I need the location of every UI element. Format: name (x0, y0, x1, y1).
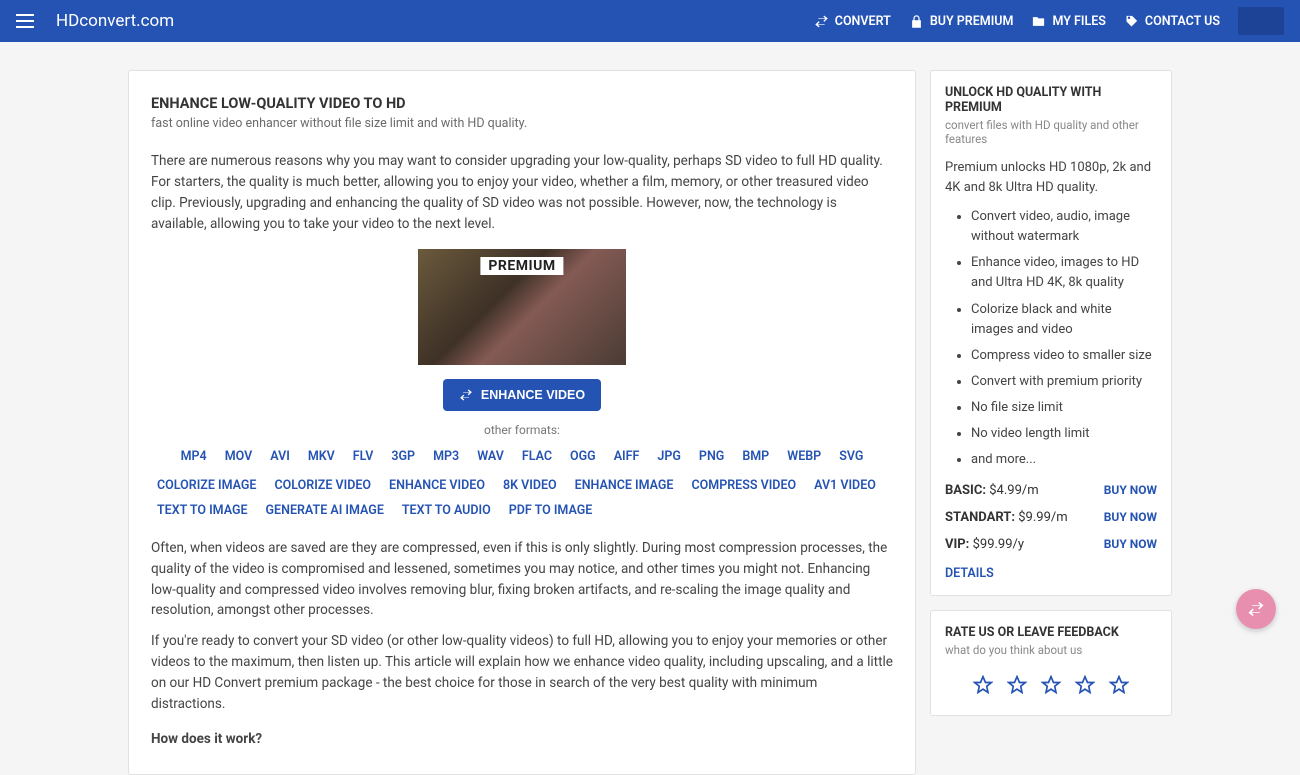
format-link[interactable]: FLV (353, 449, 374, 464)
format-link[interactable]: OGG (570, 449, 596, 464)
tool-link[interactable]: ENHANCE IMAGE (575, 478, 674, 493)
premium-feature: Convert with premium priority (971, 372, 1157, 392)
format-link[interactable]: PNG (699, 449, 724, 464)
nav-contact-label: CONTACT US (1145, 14, 1220, 29)
price-label: VIP: $99.99/y (945, 537, 1024, 552)
paragraph-3: If you're ready to convert your SD video… (151, 631, 893, 715)
format-link[interactable]: WEBP (787, 449, 821, 464)
tool-link[interactable]: ENHANCE VIDEO (389, 478, 485, 493)
star-icon[interactable] (973, 675, 993, 695)
premium-feature: No video length limit (971, 424, 1157, 444)
tool-link[interactable]: 8K VIDEO (503, 478, 557, 493)
tool-link[interactable]: COLORIZE IMAGE (157, 478, 256, 493)
swap-icon (814, 14, 829, 29)
price-label: BASIC: $4.99/m (945, 483, 1039, 498)
tool-link[interactable]: COLORIZE VIDEO (274, 478, 371, 493)
details-link[interactable]: DETAILS (945, 566, 994, 581)
format-link[interactable]: MP3 (433, 449, 459, 464)
enhance-video-button[interactable]: ENHANCE VIDEO (443, 379, 601, 411)
floating-action-button[interactable] (1236, 589, 1276, 629)
star-icon[interactable] (1109, 675, 1129, 695)
star-icon[interactable] (1007, 675, 1027, 695)
format-link[interactable]: AIFF (614, 449, 640, 464)
menu-button[interactable] (16, 9, 40, 33)
price-row: VIP: $99.99/y BUY NOW (945, 537, 1157, 552)
star-icon[interactable] (1075, 675, 1095, 695)
other-formats-label: other formats: (151, 423, 893, 437)
star-icon[interactable] (1041, 675, 1061, 695)
nav-buy-premium-label: BUY PREMIUM (930, 14, 1014, 29)
swap-icon (459, 388, 473, 402)
premium-feature: Colorize black and white images and vide… (971, 300, 1157, 340)
tag-icon (1124, 14, 1139, 29)
main-content-card: ENHANCE LOW-QUALITY VIDEO TO HD fast onl… (128, 70, 916, 775)
format-link[interactable]: SVG (839, 449, 863, 464)
nav-convert-label: CONVERT (835, 14, 891, 29)
nav-contact[interactable]: CONTACT US (1124, 14, 1220, 29)
premium-feature: Convert video, audio, image without wate… (971, 207, 1157, 247)
tool-link[interactable]: GENERATE AI IMAGE (266, 503, 384, 518)
format-link[interactable]: AVI (270, 449, 290, 464)
language-selector[interactable] (1238, 7, 1284, 35)
format-link[interactable]: MKV (308, 449, 335, 464)
premium-desc: Premium unlocks HD 1080p, 2k and 4K and … (945, 158, 1157, 197)
nav-my-files-label: MY FILES (1052, 14, 1105, 29)
tool-link[interactable]: TEXT TO AUDIO (402, 503, 491, 518)
price-label: STANDART: $9.99/m (945, 510, 1068, 525)
premium-feature-list: Convert video, audio, image without wate… (945, 207, 1157, 471)
enhance-video-label: ENHANCE VIDEO (481, 388, 585, 402)
page-subtitle: fast online video enhancer without file … (151, 116, 893, 131)
tool-link[interactable]: TEXT TO IMAGE (157, 503, 248, 518)
premium-card: UNLOCK HD QUALITY WITH PREMIUM convert f… (930, 70, 1172, 596)
format-link[interactable]: JPG (657, 449, 681, 464)
tool-link[interactable]: COMPRESS VIDEO (691, 478, 796, 493)
buy-now-link[interactable]: BUY NOW (1104, 483, 1157, 497)
folder-icon (1031, 14, 1046, 29)
intro-paragraph: There are numerous reasons why you may w… (151, 151, 893, 235)
format-link[interactable]: FLAC (522, 449, 552, 464)
nav-my-files[interactable]: MY FILES (1031, 14, 1105, 29)
video-preview: PREMIUM (418, 249, 626, 365)
premium-subtitle: convert files with HD quality and other … (945, 118, 1157, 146)
swap-icon (1247, 600, 1265, 618)
lock-icon (909, 14, 924, 29)
format-link[interactable]: 3GP (391, 449, 415, 464)
premium-feature: and more... (971, 450, 1157, 470)
format-link[interactable]: MOV (225, 449, 253, 464)
format-link[interactable]: BMP (742, 449, 769, 464)
page-title: ENHANCE LOW-QUALITY VIDEO TO HD (151, 95, 893, 112)
premium-feature: Compress video to smaller size (971, 346, 1157, 366)
nav-convert[interactable]: CONVERT (814, 14, 891, 29)
tool-link[interactable]: PDF TO IMAGE (509, 503, 593, 518)
nav-buy-premium[interactable]: BUY PREMIUM (909, 14, 1014, 29)
format-list: MP4 MOV AVI MKV FLV 3GP MP3 WAV FLAC OGG AIFF JPG PN… (151, 449, 893, 464)
buy-now-link[interactable]: BUY NOW (1104, 537, 1157, 551)
buy-now-link[interactable]: BUY NOW (1104, 510, 1157, 524)
premium-title: UNLOCK HD QUALITY WITH PREMIUM (945, 85, 1157, 115)
premium-feature: No file size limit (971, 398, 1157, 418)
tool-list: COLORIZE IMAGE COLORIZE VIDEO ENHANCE VIDE… (151, 478, 893, 518)
how-does-it-work: How does it work? (151, 729, 893, 750)
premium-badge: PREMIUM (480, 257, 563, 275)
tool-link[interactable]: AV1 VIDEO (814, 478, 876, 493)
premium-feature: Enhance video, images to HD and Ultra HD… (971, 253, 1157, 293)
format-link[interactable]: WAV (477, 449, 504, 464)
brand-title[interactable]: HDconvert.com (56, 11, 174, 31)
price-row: STANDART: $9.99/m BUY NOW (945, 510, 1157, 525)
price-row: BASIC: $4.99/m BUY NOW (945, 483, 1157, 498)
feedback-card: RATE US OR LEAVE FEEDBACK what do you th… (930, 610, 1172, 716)
paragraph-2: Often, when videos are saved are they ar… (151, 538, 893, 622)
star-rating (945, 675, 1157, 695)
format-link[interactable]: MP4 (181, 449, 207, 464)
feedback-title: RATE US OR LEAVE FEEDBACK (945, 625, 1157, 640)
feedback-subtitle: what do you think about us (945, 643, 1157, 657)
